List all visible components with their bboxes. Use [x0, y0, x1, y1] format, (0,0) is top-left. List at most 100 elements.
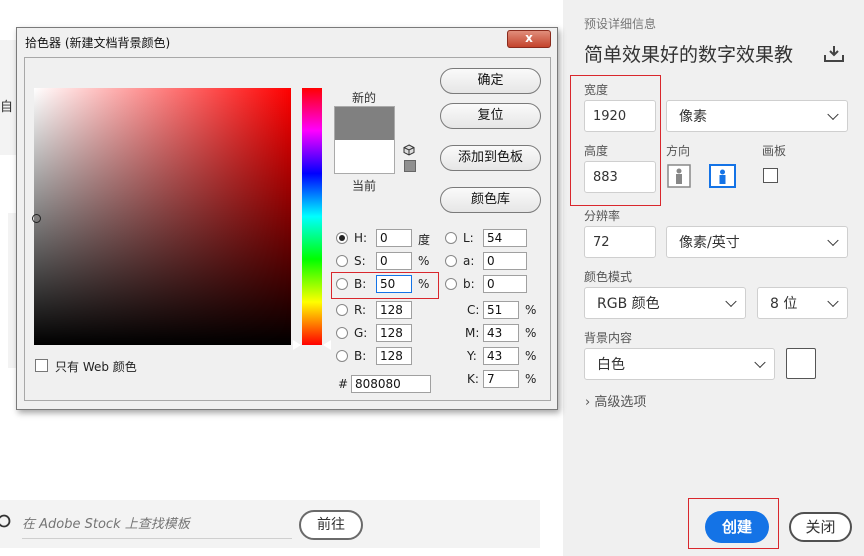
saturation-unit: % — [418, 254, 430, 268]
bit-depth-value: 8 位 — [770, 296, 798, 312]
chevron-down-icon — [827, 108, 839, 121]
cyan-unit: % — [525, 303, 537, 317]
chevron-down-icon — [754, 356, 766, 369]
search-icon[interactable] — [0, 514, 12, 530]
magenta-input[interactable]: 43 — [483, 324, 519, 342]
radio-red[interactable] — [336, 304, 348, 316]
hue-slider-right-arrow[interactable] — [323, 340, 331, 350]
yellow-label: Y: — [467, 349, 477, 363]
dialog-title: 拾色器 (新建文档背景颜色) — [25, 36, 171, 50]
goto-button[interactable]: 前往 — [299, 510, 363, 540]
close-icon: x — [525, 31, 533, 45]
background-content-value: 白色 — [597, 357, 625, 373]
color-mode-value: RGB 颜色 — [597, 296, 660, 312]
portrait-orientation-icon[interactable] — [667, 164, 691, 188]
blue-input[interactable]: 128 — [376, 347, 412, 365]
unit-value: 像素 — [679, 109, 707, 125]
saturation-label: S: — [354, 254, 366, 268]
ok-button[interactable]: 确定 — [440, 68, 541, 94]
advanced-options-toggle[interactable]: › 高级选项 — [585, 391, 646, 410]
radio-lab-a[interactable] — [445, 255, 457, 267]
background-color-swatch[interactable] — [786, 348, 816, 379]
save-preset-icon[interactable] — [823, 44, 845, 64]
hex-input[interactable]: 808080 — [351, 375, 431, 393]
chevron-down-icon — [725, 295, 737, 308]
width-input[interactable]: 1920 — [584, 100, 656, 132]
hue-slider-left-arrow[interactable] — [293, 340, 301, 350]
advanced-options-label: 高级选项 — [594, 395, 647, 410]
magenta-unit: % — [525, 326, 537, 340]
chevron-down-icon — [827, 295, 839, 308]
web-colors-only-checkbox[interactable] — [35, 359, 48, 372]
green-input[interactable]: 128 — [376, 324, 412, 342]
saturation-brightness-field[interactable] — [34, 88, 291, 345]
lab-a-label: a: — [463, 254, 475, 268]
create-button[interactable]: 创建 — [705, 511, 769, 543]
resolution-unit-select[interactable]: 像素/英寸 — [666, 226, 848, 258]
lab-l-input[interactable]: 54 — [483, 229, 527, 247]
cyan-input[interactable]: 51 — [483, 301, 519, 319]
brightness-input[interactable]: 50 — [376, 275, 412, 293]
preset-section-label: 预设详细信息 — [584, 17, 657, 31]
color-mode-select[interactable]: RGB 颜色 — [584, 287, 746, 319]
brightness-label: B: — [354, 277, 367, 291]
artboard-checkbox[interactable] — [763, 168, 778, 183]
radio-brightness[interactable] — [336, 278, 348, 290]
cyan-label: C: — [467, 303, 480, 317]
landscape-orientation-icon[interactable] — [709, 164, 736, 188]
lab-b-label: b: — [463, 277, 475, 291]
radio-hue[interactable] — [336, 232, 348, 244]
current-color-swatch[interactable] — [334, 140, 395, 174]
photoshop-new-document-screen: 自 前往 预设详细信息 简单效果好的数字效果教 宽度 1920 像素 高度 88… — [0, 0, 864, 556]
yellow-unit: % — [525, 349, 537, 363]
chevron-down-icon — [827, 234, 839, 247]
magenta-label: M: — [465, 326, 480, 340]
close-button[interactable]: 关闭 — [789, 512, 852, 542]
unit-select[interactable]: 像素 — [666, 100, 848, 132]
hue-unit: 度 — [418, 233, 431, 247]
red-label: R: — [354, 303, 367, 317]
color-picker-dialog: 拾色器 (新建文档背景颜色) x 新的 当前 确定 复位 添加到色板 颜色库 H… — [16, 27, 558, 410]
artboard-label: 画板 — [762, 144, 787, 158]
radio-blue[interactable] — [336, 350, 348, 362]
document-name[interactable]: 简单效果好的数字效果教 — [584, 40, 816, 67]
lab-a-input[interactable]: 0 — [483, 252, 527, 270]
add-to-swatches-button[interactable]: 添加到色板 — [440, 145, 541, 171]
blue-label: B: — [354, 349, 367, 363]
color-libraries-button[interactable]: 颜色库 — [440, 187, 541, 213]
out-of-gamut-cube-icon[interactable] — [403, 144, 415, 156]
web-colors-only-label: 只有 Web 颜色 — [55, 360, 137, 374]
radio-lab-l[interactable] — [445, 232, 457, 244]
lab-b-input[interactable]: 0 — [483, 275, 527, 293]
stock-search-input[interactable] — [22, 511, 292, 539]
orientation-label: 方向 — [666, 144, 691, 158]
hue-slider[interactable] — [302, 88, 322, 345]
black-label: K: — [467, 372, 479, 386]
bg-partial-text: 自 — [0, 100, 14, 115]
black-unit: % — [525, 372, 537, 386]
reset-button[interactable]: 复位 — [440, 103, 541, 129]
radio-green[interactable] — [336, 327, 348, 339]
radio-saturation[interactable] — [336, 255, 348, 267]
web-safe-swatch-icon[interactable] — [404, 160, 416, 172]
height-input[interactable]: 883 — [584, 161, 656, 193]
resolution-input[interactable]: 72 — [584, 226, 656, 258]
new-color-swatch — [334, 106, 395, 140]
bit-depth-select[interactable]: 8 位 — [757, 287, 848, 319]
red-input[interactable]: 128 — [376, 301, 412, 319]
new-color-label: 新的 — [352, 91, 377, 105]
resolution-unit-value: 像素/英寸 — [679, 235, 740, 251]
hue-input[interactable]: 0 — [376, 229, 412, 247]
width-label: 宽度 — [584, 83, 609, 97]
saturation-input[interactable]: 0 — [376, 252, 412, 270]
height-label: 高度 — [584, 144, 609, 158]
hex-label: # — [338, 377, 349, 391]
current-color-label: 当前 — [352, 179, 377, 193]
color-field-marker[interactable] — [32, 214, 41, 223]
color-mode-label: 颜色模式 — [584, 270, 633, 284]
black-input[interactable]: 7 — [483, 370, 519, 388]
radio-lab-b[interactable] — [445, 278, 457, 290]
dialog-close-button[interactable]: x — [507, 30, 551, 48]
background-content-select[interactable]: 白色 — [584, 348, 775, 380]
yellow-input[interactable]: 43 — [483, 347, 519, 365]
